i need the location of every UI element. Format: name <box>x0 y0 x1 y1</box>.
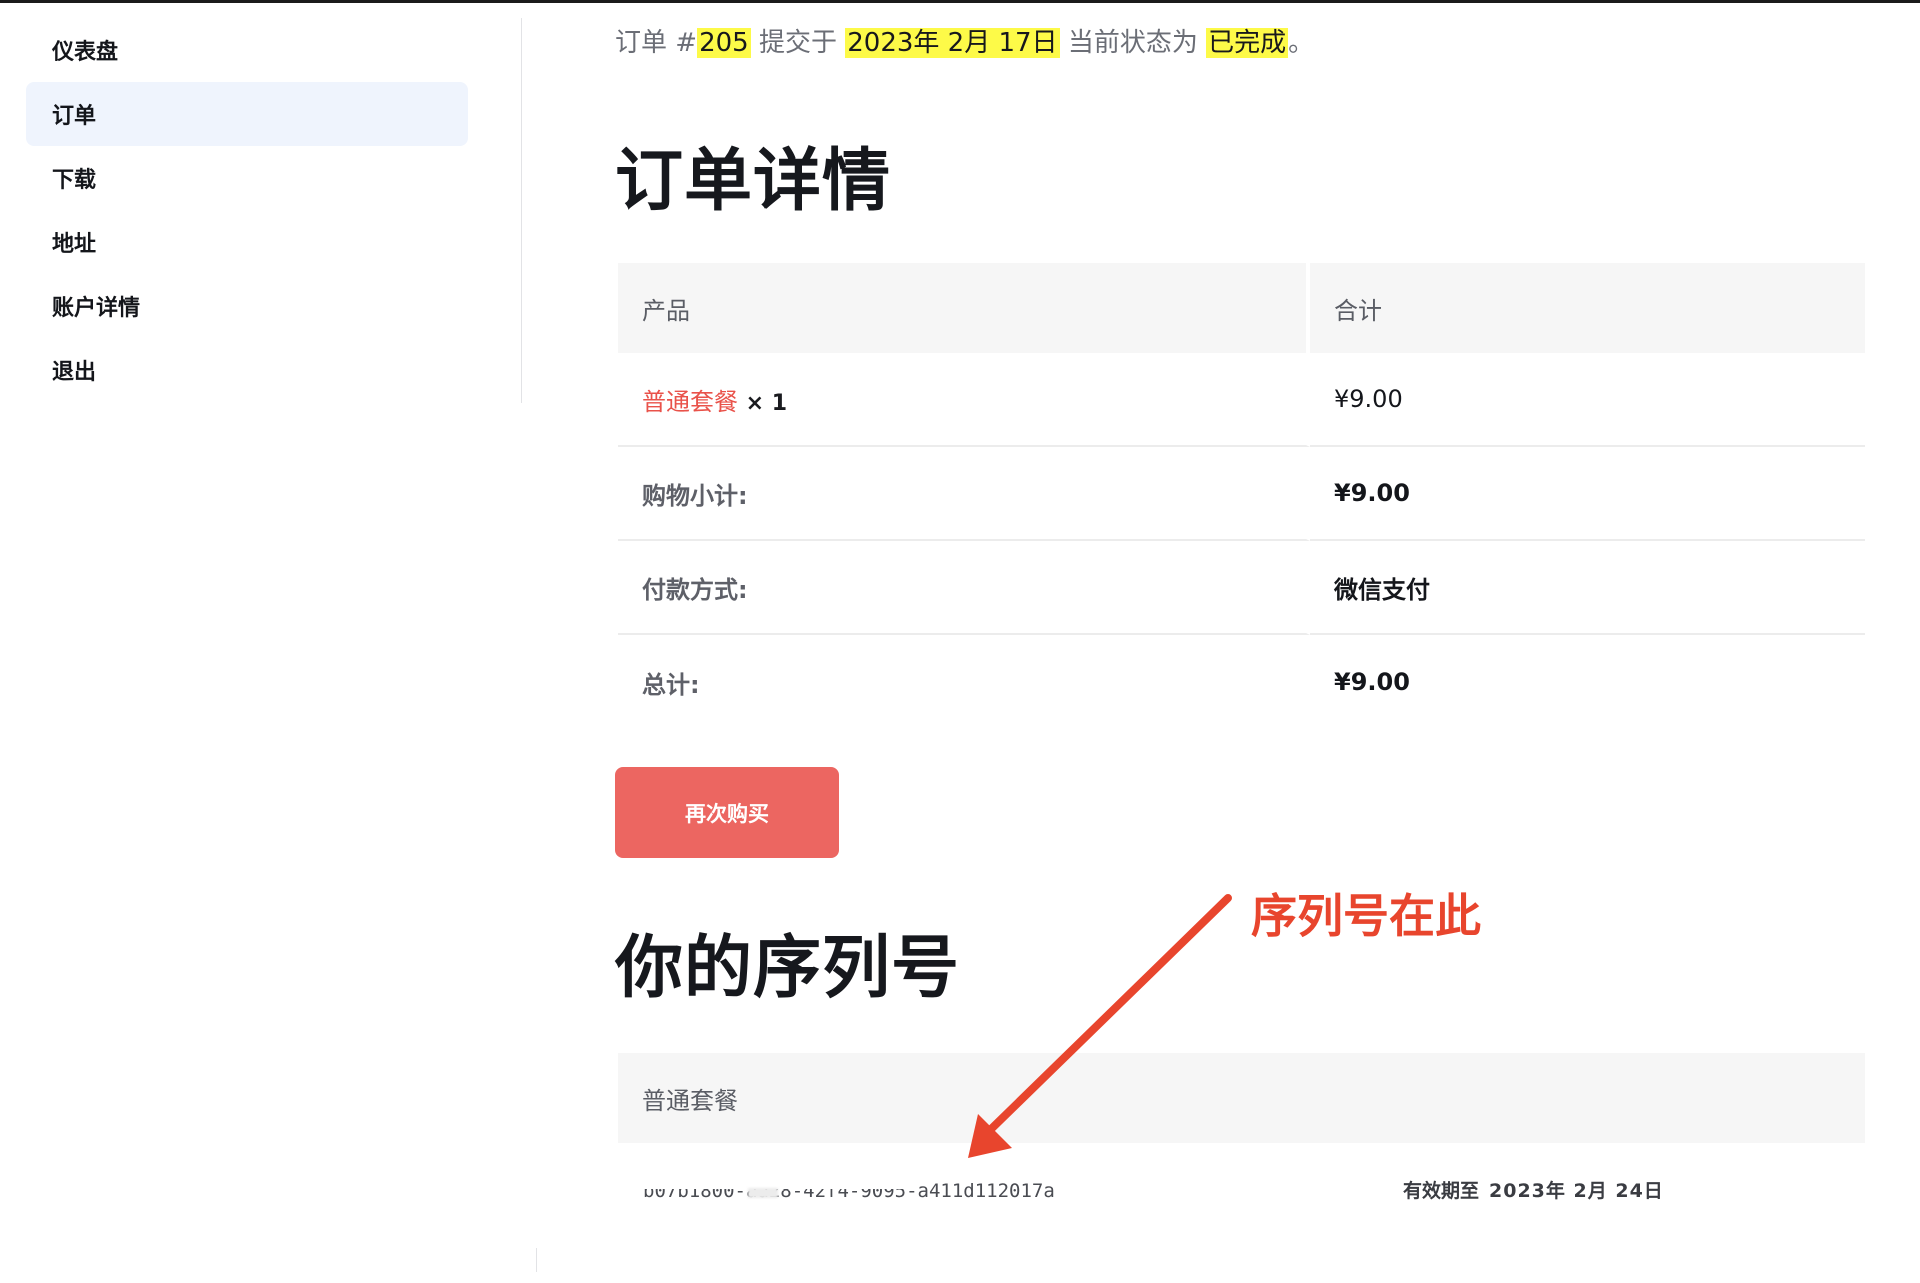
notice-text: 订单 # <box>615 28 698 58</box>
sidebar-item-addresses[interactable]: 地址 <box>26 210 468 274</box>
serial-crop-mask <box>643 1176 913 1189</box>
product-total: ¥9.00 <box>1310 353 1865 447</box>
table-header-row: 产品 合计 <box>618 263 1865 353</box>
window-top-border <box>0 0 1920 3</box>
subtotal-label: 购物小计: <box>618 447 1310 541</box>
serial-blur-mask <box>748 1188 778 1198</box>
order-details-title: 订单详情 <box>615 142 892 221</box>
notice-text: 。 <box>1288 28 1315 58</box>
order-status: 已完成 <box>1206 28 1289 58</box>
table-row: 总计: ¥9.00 <box>618 635 1865 729</box>
order-date: 2023年 2月 17日 <box>845 28 1060 58</box>
product-cell: 普通套餐 × 1 <box>618 353 1310 447</box>
divider <box>536 1248 537 1272</box>
sidebar-item-label: 账户详情 <box>52 296 141 321</box>
serial-plan-header: 普通套餐 <box>618 1053 1865 1143</box>
expiry-date: 2023年 2月 24日 <box>1489 1180 1664 1202</box>
notice-text: 当前状态为 <box>1059 28 1207 58</box>
serial-numbers-table: 普通套餐 <box>618 1053 1865 1143</box>
total-value: ¥9.00 <box>1334 668 1410 696</box>
notice-text: 提交于 <box>750 28 846 58</box>
table-row: 普通套餐 × 1 ¥9.00 <box>618 353 1865 447</box>
table-row: 付款方式: 微信支付 <box>618 541 1865 635</box>
account-sidebar: 仪表盘 订单 下载 地址 账户详情 退出 <box>26 18 468 402</box>
serial-numbers-title: 你的序列号 <box>615 929 961 1008</box>
sidebar-item-dashboard[interactable]: 仪表盘 <box>26 18 468 82</box>
sidebar-item-downloads[interactable]: 下载 <box>26 146 468 210</box>
column-header-product: 产品 <box>618 263 1310 353</box>
payment-method-label: 付款方式: <box>618 541 1310 635</box>
sidebar-item-label: 仪表盘 <box>52 40 119 65</box>
annotation-label: 序列号在此 <box>1251 889 1481 943</box>
serial-expiry: 有效期至 2023年 2月 24日 <box>1403 1176 1664 1203</box>
expiry-label: 有效期至 <box>1403 1180 1480 1202</box>
total-label: 总计: <box>618 635 1310 729</box>
sidebar-item-label: 地址 <box>52 232 97 257</box>
sidebar-divider <box>521 18 522 403</box>
sidebar-item-label: 下载 <box>52 168 97 193</box>
sidebar-item-label: 退出 <box>52 360 97 385</box>
sidebar-item-orders[interactable]: 订单 <box>26 82 468 146</box>
column-header-total: 合计 <box>1310 263 1865 353</box>
payment-method-value: 微信支付 <box>1310 541 1865 635</box>
table-row: 购物小计: ¥9.00 <box>618 447 1865 541</box>
order-details-table: 产品 合计 普通套餐 × 1 ¥9.00 购物小计: ¥9.00 付款方式: 微… <box>618 263 1865 729</box>
sidebar-item-logout[interactable]: 退出 <box>26 338 468 402</box>
subtotal-value: ¥9.00 <box>1310 447 1865 541</box>
sidebar-item-account-details[interactable]: 账户详情 <box>26 274 468 338</box>
buy-again-button[interactable]: 再次购买 <box>615 767 839 858</box>
serial-row: b07b1800-aa28-42f4-9095-a411d112017a 有效期… <box>643 1176 1693 1206</box>
product-link[interactable]: 普通套餐 <box>642 388 738 416</box>
order-status-notice: 订单 #205 提交于 2023年 2月 17日 当前状态为 已完成。 <box>615 22 1314 59</box>
order-number: 205 <box>697 28 751 58</box>
table-header-row: 普通套餐 <box>618 1053 1865 1143</box>
sidebar-item-label: 订单 <box>52 104 97 129</box>
product-quantity: × 1 <box>745 390 788 416</box>
